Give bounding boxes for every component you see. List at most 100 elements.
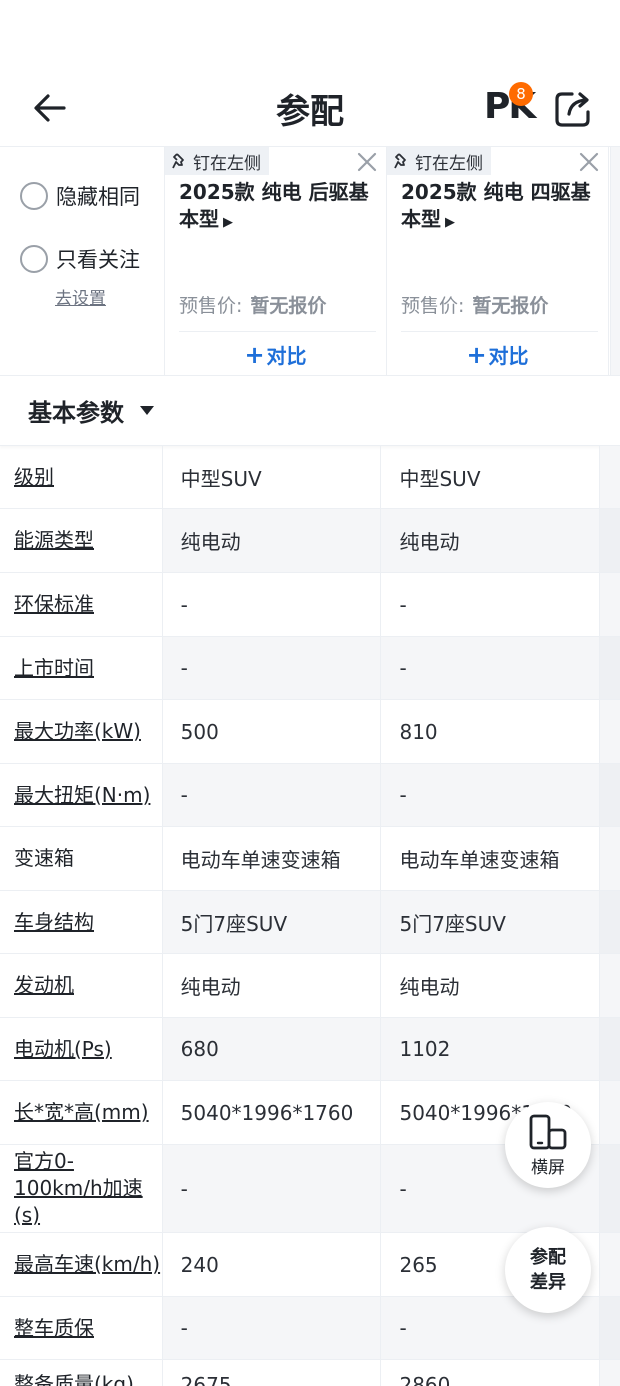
table-row: 车身结构 5门7座SUV 5门7座SUV — [0, 891, 620, 954]
nav-bar: 参配 PK 8 — [0, 70, 620, 146]
car-name[interactable]: 2025款 纯电 后驱基本型 ▶ — [179, 179, 376, 236]
section-header[interactable]: 基本参数 — [0, 376, 620, 446]
page-title: 参配 — [274, 84, 346, 143]
param-value-car2: - — [381, 764, 601, 826]
param-value-car3-partial — [600, 954, 620, 1017]
param-value-car3-partial — [600, 1081, 620, 1144]
price-value: 暂无报价 — [250, 295, 327, 317]
table-row: 发动机 纯电动 纯电动 — [0, 954, 620, 1018]
rotate-phone-icon — [529, 1114, 567, 1149]
table-row: 上市时间 - - — [0, 637, 620, 700]
param-value-car1: 5040*1996*1760 — [163, 1081, 382, 1144]
param-value-car1: 电动车单速变速箱 — [163, 827, 382, 890]
table-row: 变速箱 电动车单速变速箱 电动车单速变速箱 — [0, 827, 620, 891]
param-value-car1: - — [162, 637, 382, 699]
param-name[interactable]: 最高车速(km/h) — [0, 1233, 163, 1296]
param-value-car3-partial — [600, 827, 620, 890]
param-value-car1: 2675 — [163, 1360, 382, 1386]
param-value-car3-partial — [600, 1297, 620, 1359]
pk-count-badge: 8 — [509, 82, 533, 106]
car-column-2: 钉在左侧 2025款 纯电 四驱基本型 ▶ 预售价: 暂无报价 + 对比 — [387, 147, 609, 375]
param-name[interactable]: 上市时间 — [0, 637, 163, 699]
param-name[interactable]: 整车质保 — [0, 1297, 163, 1359]
price-info: 预售价: 暂无报价 — [179, 295, 327, 317]
radio-circle-icon[interactable] — [20, 182, 48, 210]
param-name[interactable]: 能源类型 — [0, 509, 163, 572]
param-value-car3-partial — [600, 1018, 620, 1080]
param-value-car1: 中型SUV — [163, 446, 382, 508]
param-value-car3-partial — [600, 509, 620, 572]
param-value-car1: - — [162, 1145, 382, 1232]
plus-icon: + — [244, 341, 265, 369]
pin-left-button[interactable]: 钉在左侧 — [165, 147, 269, 175]
table-row: 最大扭矩(N·m) - - — [0, 764, 620, 827]
divider — [179, 331, 376, 332]
param-name[interactable]: 发动机 — [0, 954, 163, 1017]
compare-button[interactable]: + 对比 — [387, 340, 608, 369]
param-name[interactable]: 长*宽*高(mm) — [0, 1081, 163, 1144]
param-diff-label-1: 参配 — [530, 1247, 566, 1268]
car-name[interactable]: 2025款 纯电 四驱基本型 ▶ — [401, 179, 598, 236]
param-value-car3-partial — [600, 1145, 620, 1232]
param-value-car3-partial — [600, 764, 620, 826]
table-row: 电动机(Ps) 680 1102 — [0, 1018, 620, 1081]
param-value-car2: - — [381, 573, 601, 636]
price-value: 暂无报价 — [472, 295, 549, 317]
pin-left-button[interactable]: 钉在左侧 — [387, 147, 491, 175]
param-value-car3-partial — [600, 637, 620, 699]
table-row: 环保标准 - - — [0, 573, 620, 637]
close-icon[interactable] — [578, 151, 600, 173]
param-value-car2: 1102 — [381, 1018, 601, 1080]
param-diff-label-2: 差异 — [530, 1272, 566, 1293]
param-value-car2: 5门7座SUV — [381, 891, 601, 953]
close-icon[interactable] — [356, 151, 378, 173]
table-row: 最大功率(kW) 500 810 — [0, 700, 620, 764]
filter-panel: 隐藏相同 只看关注 去设置 — [0, 147, 165, 375]
param-value-car2: 纯电动 — [381, 954, 601, 1017]
param-diff-button[interactable]: 参配 差异 — [505, 1227, 591, 1313]
param-name[interactable]: 级别 — [0, 446, 163, 508]
param-value-car2: 中型SUV — [381, 446, 601, 508]
param-value-car3-partial — [600, 891, 620, 953]
param-value-car3-partial — [600, 1360, 620, 1386]
param-name: 变速箱 — [0, 827, 163, 890]
landscape-button[interactable]: 横屏 — [505, 1102, 591, 1188]
table-row: 整备质量(kg) 2675 2860 — [0, 1360, 620, 1386]
param-name[interactable]: 整备质量(kg) — [0, 1360, 163, 1386]
share-icon[interactable] — [552, 88, 594, 130]
hide-same-option[interactable]: 隐藏相同 — [20, 181, 140, 211]
only-focus-option[interactable]: 只看关注 — [20, 244, 140, 274]
pin-label: 钉在左侧 — [193, 153, 261, 174]
plus-icon: + — [466, 341, 487, 369]
caret-down-icon[interactable] — [140, 406, 154, 415]
param-name[interactable]: 电动机(Ps) — [0, 1018, 163, 1080]
radio-circle-icon[interactable] — [20, 245, 48, 273]
param-value-car1: 5门7座SUV — [162, 891, 382, 953]
param-name[interactable]: 环保标准 — [0, 573, 163, 636]
param-name[interactable]: 官方0-100km/h加速(s) — [0, 1145, 163, 1232]
param-value-car3-partial — [600, 700, 620, 763]
param-value-car1: - — [162, 1297, 382, 1359]
pin-icon — [394, 153, 406, 169]
param-value-car3-partial — [600, 573, 620, 636]
param-value-car2: 纯电动 — [381, 509, 601, 572]
settings-link[interactable]: 去设置 — [55, 284, 106, 309]
param-value-car2: 2860 — [381, 1360, 601, 1386]
status-bar — [0, 0, 620, 70]
param-name[interactable]: 最大功率(kW) — [0, 700, 163, 763]
car-header-row: 隐藏相同 只看关注 去设置 钉在左侧 2025款 纯电 后驱基本型 ▶ 预售价: 暂… — [0, 146, 620, 376]
param-value-car1: 纯电动 — [163, 954, 382, 1017]
param-name[interactable]: 最大扭矩(N·m) — [0, 764, 163, 826]
param-value-car1: 纯电动 — [162, 509, 382, 572]
section-title: 基本参数 — [28, 399, 124, 427]
hide-same-label: 隐藏相同 — [56, 185, 140, 209]
table-row: 能源类型 纯电动 纯电动 — [0, 509, 620, 573]
divider — [401, 331, 598, 332]
param-value-car3-partial — [600, 1233, 620, 1296]
param-value-car1: - — [163, 573, 382, 636]
param-name[interactable]: 车身结构 — [0, 891, 163, 953]
compare-button[interactable]: + 对比 — [165, 340, 386, 369]
pin-icon — [172, 153, 184, 169]
car-column-1: 钉在左侧 2025款 纯电 后驱基本型 ▶ 预售价: 暂无报价 + 对比 — [165, 147, 387, 375]
param-value-car2: - — [381, 637, 601, 699]
